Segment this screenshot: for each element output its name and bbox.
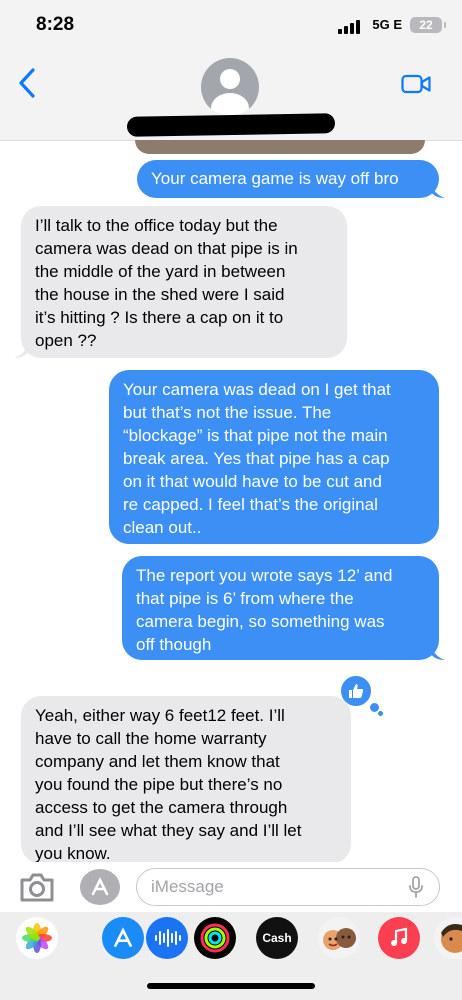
app-store-icon[interactable] bbox=[80, 869, 120, 905]
bubble-tail bbox=[14, 342, 28, 358]
photos-app-icon[interactable] bbox=[16, 917, 58, 959]
signal-icon bbox=[338, 20, 360, 34]
bubble-tail bbox=[431, 182, 445, 198]
cash-label: Cash bbox=[262, 931, 292, 945]
redacted-contact-name bbox=[126, 113, 336, 137]
message-bubble-outgoing[interactable]: Your camera game is way off bro bbox=[137, 160, 439, 198]
back-chevron-icon[interactable] bbox=[18, 68, 36, 98]
status-time: 8:28 bbox=[36, 14, 75, 35]
facetime-video-icon[interactable] bbox=[401, 74, 431, 94]
activity-rings-icon[interactable] bbox=[194, 917, 236, 959]
contact-avatar[interactable] bbox=[201, 58, 259, 116]
network-type: 5G E bbox=[372, 17, 402, 32]
reaction-dot bbox=[378, 711, 383, 716]
audio-message-icon[interactable] bbox=[146, 917, 188, 959]
camera-icon[interactable] bbox=[18, 870, 56, 904]
input-placeholder: iMessage bbox=[151, 877, 224, 896]
cash-app-icon[interactable]: Cash bbox=[256, 917, 298, 959]
battery-level: 22 bbox=[419, 18, 433, 32]
app-store-drawer-icon[interactable] bbox=[102, 917, 144, 959]
microphone-icon[interactable] bbox=[409, 876, 423, 898]
message-bubble-incoming[interactable]: I’ll talk to the office today but the ca… bbox=[21, 206, 347, 358]
music-app-icon[interactable] bbox=[378, 917, 420, 959]
bubble-tail bbox=[431, 644, 445, 660]
message-bubble-outgoing[interactable]: Your camera was dead on I get that but t… bbox=[109, 370, 439, 544]
home-indicator bbox=[147, 983, 315, 989]
battery-icon: 22 bbox=[410, 17, 446, 33]
message-bubble-outgoing[interactable]: The report you wrote says 12’ and that p… bbox=[122, 556, 439, 660]
image-attachment[interactable] bbox=[135, 140, 425, 154]
message-bubble-incoming[interactable]: Yeah, either way 6 feet12 feet. I’ll hav… bbox=[21, 696, 351, 864]
memoji-stickers-icon[interactable] bbox=[318, 917, 360, 959]
